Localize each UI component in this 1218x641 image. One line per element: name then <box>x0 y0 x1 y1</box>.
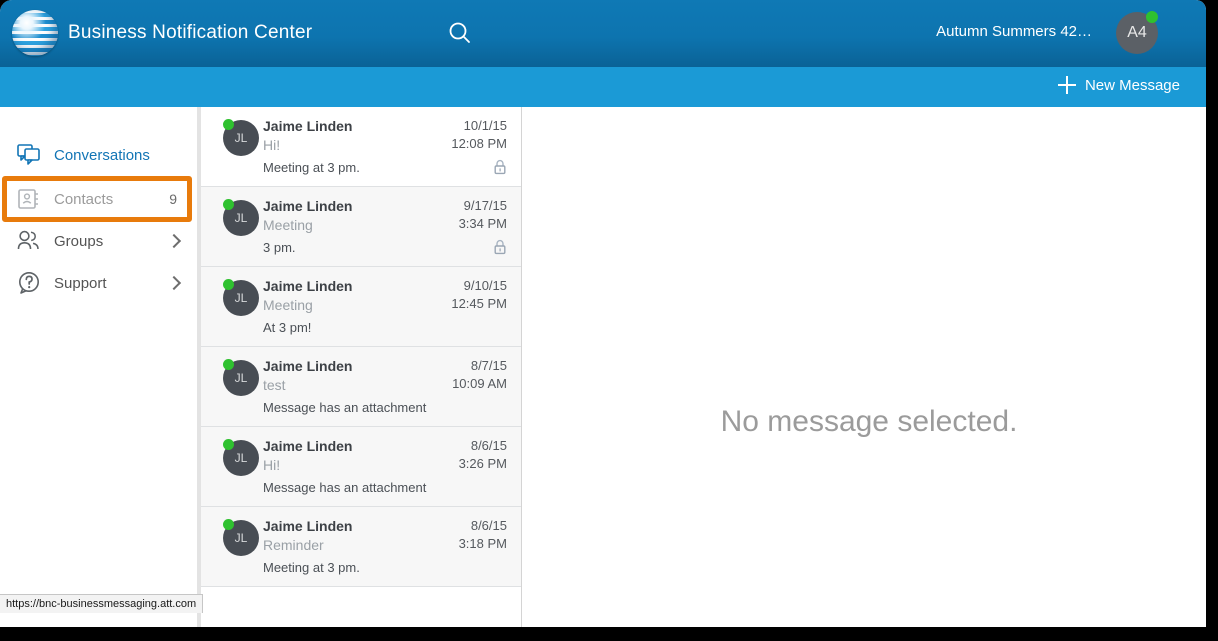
body-area: Conversations Contacts 9 Groups Support … <box>0 107 1206 627</box>
lock-icon <box>493 159 507 175</box>
sidebar-item-label: Support <box>54 274 107 292</box>
empty-state: No message selected. <box>532 107 1206 627</box>
message-subject: Reminder <box>263 537 324 553</box>
lock-icon <box>493 239 507 255</box>
message-list-item[interactable]: JL Jaime Linden test Message has an atta… <box>201 347 521 427</box>
sidebar-item-label: Groups <box>54 232 104 250</box>
message-list-item[interactable]: JL Jaime Linden Hi! Meeting at 3 pm. 10/… <box>201 107 521 187</box>
sidebar: Conversations Contacts 9 Groups Support <box>0 107 197 627</box>
online-status-icon <box>223 199 234 210</box>
avatar[interactable]: A4 <box>1116 11 1160 56</box>
support-question-icon <box>16 270 42 296</box>
message-preview: At 3 pm! <box>263 320 312 335</box>
avatar: JL <box>223 519 259 556</box>
avatar: JL <box>223 279 259 316</box>
message-date: 8/7/15 <box>470 358 507 373</box>
user-name-label[interactable]: Autumn Summers 42… <box>936 23 1092 40</box>
message-subject: Hi! <box>263 457 281 473</box>
sender-name: Jaime Linden <box>263 438 353 454</box>
message-list-item[interactable]: JL Jaime Linden Hi! Message has an attac… <box>201 427 521 507</box>
sender-name: Jaime Linden <box>263 118 353 134</box>
sidebar-item-contacts[interactable]: Contacts 9 <box>0 178 197 220</box>
online-status-icon <box>223 439 234 450</box>
plus-icon <box>1057 76 1076 94</box>
message-detail-panel: No message selected. <box>532 107 1206 627</box>
online-status-icon <box>223 119 234 130</box>
sender-name: Jaime Linden <box>263 358 353 374</box>
new-message-label: New Message <box>1084 76 1180 94</box>
message-list[interactable]: JL Jaime Linden Hi! Meeting at 3 pm. 10/… <box>201 107 522 627</box>
message-subject: Hi! <box>263 137 281 153</box>
message-preview: Meeting at 3 pm. <box>263 160 360 175</box>
contacts-book-icon <box>16 186 42 212</box>
page-viewport: Business Notification Center Autumn Summ… <box>0 0 1206 627</box>
sidebar-item-groups[interactable]: Groups <box>0 220 197 262</box>
search-icon[interactable] <box>443 17 477 51</box>
message-time: 3:26 PM <box>458 456 507 471</box>
message-subject: test <box>263 377 286 393</box>
sender-name: Jaime Linden <box>263 278 353 294</box>
avatar-online-status-icon <box>1146 11 1158 23</box>
app-header: Business Notification Center Autumn Summ… <box>0 0 1206 67</box>
action-bar: New Message <box>0 67 1206 107</box>
message-date: 8/6/15 <box>470 438 507 453</box>
message-time: 10:09 AM <box>452 376 507 391</box>
avatar: JL <box>223 119 259 156</box>
message-date: 8/6/15 <box>470 518 507 533</box>
message-time: 12:45 PM <box>451 296 507 311</box>
avatar: JL <box>223 199 259 236</box>
sidebar-item-conversations[interactable]: Conversations <box>0 134 197 176</box>
online-status-icon <box>223 279 234 290</box>
message-preview: 3 pm. <box>263 240 296 255</box>
new-message-button[interactable]: New Message <box>1057 76 1180 94</box>
message-preview: Message has an attachment <box>263 480 427 495</box>
avatar: JL <box>223 439 259 476</box>
sidebar-item-label: Conversations <box>54 146 150 164</box>
sender-name: Jaime Linden <box>263 518 353 534</box>
message-preview: Meeting at 3 pm. <box>263 560 360 575</box>
status-bar: https://bnc-businessmessaging.att.com <box>0 594 204 613</box>
contacts-count-badge: 9 <box>169 191 177 207</box>
sidebar-item-label: Contacts <box>54 190 114 208</box>
message-list-item[interactable]: JL Jaime Linden Meeting 3 pm. 9/17/15 3:… <box>201 187 521 267</box>
avatar: JL <box>223 359 259 396</box>
message-subject: Meeting <box>263 297 313 313</box>
message-list-item[interactable]: JL Jaime Linden Reminder Meeting at 3 pm… <box>201 507 521 587</box>
chevron-right-icon <box>166 275 182 291</box>
message-list-item[interactable]: JL Jaime Linden Meeting At 3 pm! 9/10/15… <box>201 267 521 347</box>
message-time: 12:08 PM <box>451 136 507 151</box>
att-globe-logo-icon <box>12 10 60 58</box>
status-bar-url: https://bnc-businessmessaging.att.com <box>6 598 197 610</box>
online-status-icon <box>223 519 234 530</box>
groups-people-icon <box>16 228 42 254</box>
message-date: 10/1/15 <box>463 118 507 133</box>
chevron-right-icon <box>166 233 182 249</box>
page-title: Business Notification Center <box>68 22 313 43</box>
browser-frame: Business Notification Center Autumn Summ… <box>0 0 1218 641</box>
message-date: 9/10/15 <box>463 278 507 293</box>
conversations-icon <box>16 142 42 168</box>
online-status-icon <box>223 359 234 370</box>
message-time: 3:34 PM <box>458 216 507 231</box>
message-preview: Message has an attachment <box>263 400 427 415</box>
message-subject: Meeting <box>263 217 313 233</box>
message-time: 3:18 PM <box>458 536 507 551</box>
empty-state-message: No message selected. <box>720 405 1018 438</box>
sender-name: Jaime Linden <box>263 198 353 214</box>
sidebar-item-support[interactable]: Support <box>0 262 197 304</box>
message-date: 9/17/15 <box>463 198 507 213</box>
